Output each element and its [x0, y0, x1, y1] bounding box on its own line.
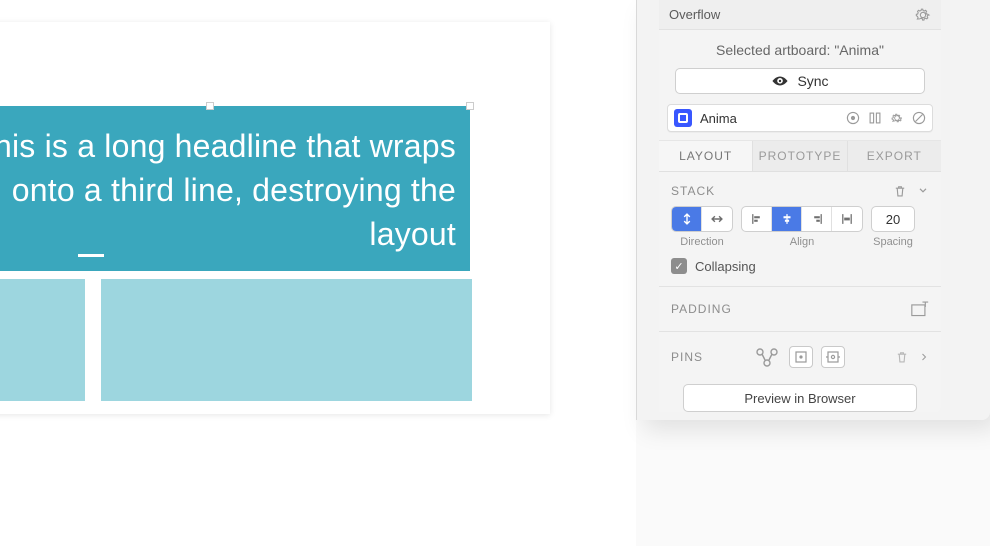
- eye-icon: [771, 75, 789, 87]
- plugin-name: Anima: [700, 111, 838, 126]
- text-underline: [78, 254, 104, 257]
- preview-label: Preview in Browser: [744, 391, 855, 406]
- column-2[interactable]: [101, 279, 472, 401]
- selection-handle-tc[interactable]: [206, 102, 214, 110]
- section-title: Overflow: [669, 7, 720, 22]
- padding-row: PADDING: [671, 293, 929, 325]
- artboard-inner: This is a long headline that wraps onto …: [0, 44, 528, 392]
- settings-icon[interactable]: [890, 111, 904, 125]
- section-overflow[interactable]: Overflow: [659, 0, 941, 30]
- collapsing-label: Collapsing: [695, 259, 756, 274]
- preview-button[interactable]: Preview in Browser: [683, 384, 917, 412]
- canvas-area[interactable]: This is a long headline that wraps onto …: [0, 0, 636, 546]
- direction-group: Direction: [671, 206, 733, 248]
- chevron-right-icon[interactable]: [919, 351, 929, 363]
- align-center[interactable]: [772, 207, 802, 231]
- align-segmented: [741, 206, 863, 232]
- hero-headline[interactable]: This is a long headline that wraps onto …: [0, 106, 470, 264]
- align-left[interactable]: [742, 207, 772, 231]
- stack-controls: Direction Align Spacing: [671, 206, 929, 248]
- app-stage: This is a long headline that wraps onto …: [0, 0, 990, 546]
- divider-2: [659, 331, 941, 332]
- hero-block[interactable]: This is a long headline that wraps onto …: [0, 106, 470, 271]
- disable-icon[interactable]: [912, 111, 926, 125]
- align-label: Align: [790, 236, 814, 248]
- inspector-panel: Overflow Selected artboard: "Anima" Sync…: [659, 0, 941, 412]
- inspector-tabs: LAYOUT PROTOTYPE EXPORT: [659, 140, 941, 172]
- divider: [659, 286, 941, 287]
- column-1[interactable]: [0, 279, 85, 401]
- align-group: Align: [741, 206, 863, 248]
- selection-handle-tr[interactable]: [466, 102, 474, 110]
- direction-label: Direction: [680, 236, 723, 248]
- tab-layout[interactable]: LAYOUT: [659, 141, 753, 171]
- pins-trash-icon[interactable]: [895, 350, 909, 364]
- artboard-name: Anima: [839, 42, 879, 58]
- spacing-label: Spacing: [873, 236, 913, 248]
- tab-export[interactable]: EXPORT: [848, 141, 941, 171]
- direction-vertical[interactable]: [672, 207, 702, 231]
- pin-center-icon[interactable]: [789, 346, 813, 368]
- collapsing-row[interactable]: ✓ Collapsing: [671, 248, 929, 280]
- stack-header-label: STACK: [671, 184, 715, 198]
- stack-header: STACK: [671, 178, 929, 206]
- pins-header-label: PINS: [671, 350, 703, 364]
- padding-header-label: PADDING: [671, 302, 732, 316]
- direction-horizontal[interactable]: [702, 207, 732, 231]
- artboard-frame: This is a long headline that wraps onto …: [0, 22, 550, 414]
- gear-icon[interactable]: [915, 7, 931, 23]
- artboard-label-suffix: ": [879, 42, 884, 58]
- spacing-input[interactable]: [871, 206, 915, 232]
- anima-logo-icon: [674, 109, 692, 127]
- tab-prototype[interactable]: PROTOTYPE: [753, 141, 847, 171]
- sync-label: Sync: [797, 73, 828, 89]
- align-stretch[interactable]: [832, 207, 862, 231]
- add-padding-icon[interactable]: [911, 301, 929, 317]
- checkbox-checked-icon[interactable]: ✓: [671, 258, 687, 274]
- selected-artboard-label: Selected artboard: "Anima": [659, 30, 941, 68]
- align-right[interactable]: [802, 207, 832, 231]
- trash-icon[interactable]: [893, 184, 907, 198]
- pin-graph-icon[interactable]: [753, 346, 781, 368]
- columns-icon[interactable]: [868, 111, 882, 125]
- layout-panel: STACK Direction: [659, 172, 941, 412]
- pins-row: PINS: [671, 338, 929, 376]
- chevron-down-icon[interactable]: [917, 184, 929, 198]
- sync-button[interactable]: Sync: [675, 68, 925, 94]
- direction-segmented: [671, 206, 733, 232]
- artboard-label-prefix: Selected artboard: ": [716, 42, 839, 58]
- spacing-group: Spacing: [871, 206, 915, 248]
- pin-edges-icon[interactable]: [821, 346, 845, 368]
- plugin-row[interactable]: Anima: [667, 104, 933, 132]
- lower-columns: [0, 279, 472, 401]
- record-icon[interactable]: [846, 111, 860, 125]
